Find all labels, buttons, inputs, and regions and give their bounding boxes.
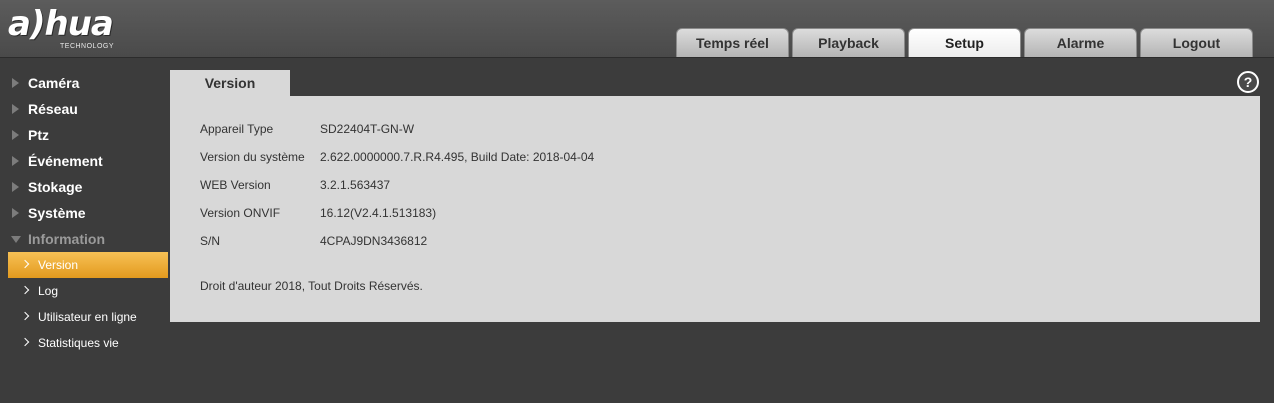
sidebar-subitem-label: Version (38, 258, 79, 272)
tab-version[interactable]: Version (170, 70, 290, 96)
triangle-right-icon (12, 78, 19, 88)
info-row-serial-number: S/N 4CPAJ9DN3436812 (200, 233, 427, 249)
sidebar-subitem-statistiques-vie[interactable]: Statistiques vie (8, 330, 168, 356)
sidebar-item-evenement[interactable]: Événement (0, 148, 170, 174)
help-icon[interactable]: ? (1237, 71, 1259, 93)
copyright-text: Droit d'auteur 2018, Tout Droits Réservé… (200, 279, 423, 293)
top-nav: Temps réel Playback Setup Alarme Logout (676, 28, 1256, 58)
dahua-logo: a)hua TECHNOLOGY (8, 4, 158, 54)
sidebar-subitem-utilisateur-en-ligne[interactable]: Utilisateur en ligne (8, 304, 168, 330)
sidebar-item-label: Événement (28, 153, 103, 169)
header-bar: a)hua TECHNOLOGY Temps réel Playback Set… (0, 0, 1274, 58)
sidebar-item-label: Système (28, 205, 86, 221)
chevron-right-icon (20, 285, 30, 295)
nav-tab-alarme[interactable]: Alarme (1024, 28, 1137, 57)
sidebar-subitem-label: Log (38, 284, 59, 298)
info-label: Version ONVIF (200, 206, 281, 220)
info-row-system-version: Version du système 2.622.0000000.7.R.R4.… (200, 149, 594, 165)
info-row-device-type: Appareil Type SD22404T-GN-W (200, 121, 414, 137)
info-row-web-version: WEB Version 3.2.1.563437 (200, 177, 390, 193)
triangle-right-icon (12, 182, 19, 192)
sidebar-item-label: Stokage (28, 179, 83, 195)
info-value: 4CPAJ9DN3436812 (320, 234, 428, 248)
sidebar-item-reseau[interactable]: Réseau (0, 96, 170, 122)
triangle-right-icon (12, 130, 19, 140)
triangle-right-icon (12, 104, 19, 114)
sidebar-subitem-label: Statistiques vie (38, 336, 119, 350)
chevron-right-icon (20, 259, 30, 269)
sidebar-subitem-log[interactable]: Log (8, 278, 168, 304)
info-label: S/N (200, 234, 221, 248)
sidebar-item-label: Ptz (28, 127, 49, 143)
nav-tab-playback[interactable]: Playback (792, 28, 905, 57)
sidebar-item-ptz[interactable]: Ptz (0, 122, 170, 148)
sidebar-item-label: Réseau (28, 101, 78, 117)
chevron-right-icon (20, 311, 30, 321)
nav-tab-logout[interactable]: Logout (1140, 28, 1253, 57)
sidebar-item-information[interactable]: Information (0, 226, 170, 252)
triangle-right-icon (12, 156, 19, 166)
logo-subtitle: TECHNOLOGY (60, 43, 115, 50)
triangle-down-icon (11, 236, 21, 243)
nav-tab-temps-reel[interactable]: Temps réel (676, 28, 789, 57)
triangle-right-icon (12, 208, 19, 218)
logo-brand-text: a)hua (8, 4, 114, 44)
sidebar-item-stokage[interactable]: Stokage (0, 174, 170, 200)
sidebar: Caméra Réseau Ptz Événement Stokage Syst… (0, 70, 170, 356)
sidebar-item-label: Information (28, 231, 105, 247)
sidebar-item-systeme[interactable]: Système (0, 200, 170, 226)
info-label: Version du système (200, 150, 305, 164)
nav-tab-setup[interactable]: Setup (908, 28, 1021, 57)
sidebar-item-camera[interactable]: Caméra (0, 70, 170, 96)
sidebar-subitem-label: Utilisateur en ligne (38, 310, 137, 324)
info-value: 2.622.0000000.7.R.R4.495, Build Date: 20… (320, 150, 595, 164)
sidebar-item-label: Caméra (28, 75, 80, 91)
info-value: 16.12(V2.4.1.513183) (320, 206, 437, 220)
info-label: WEB Version (200, 178, 271, 192)
chevron-right-icon (20, 337, 30, 347)
version-info-panel: Appareil Type SD22404T-GN-W Version du s… (170, 96, 1260, 322)
info-row-onvif-version: Version ONVIF 16.12(V2.4.1.513183) (200, 205, 436, 221)
info-value: 3.2.1.563437 (320, 178, 391, 192)
info-value: SD22404T-GN-W (320, 122, 415, 136)
info-label: Appareil Type (200, 122, 274, 136)
sidebar-subitem-version[interactable]: Version (8, 252, 168, 278)
